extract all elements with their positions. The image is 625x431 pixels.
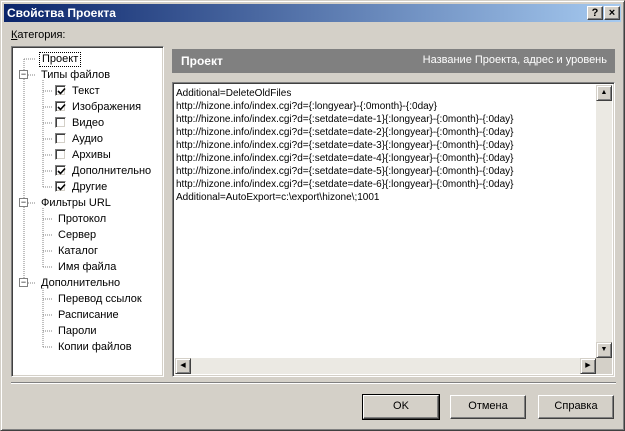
tree-node-label: Дополнительно (41, 277, 121, 289)
collapse-icon[interactable]: − (19, 70, 28, 79)
panel-header: Проект Название Проекта, адрес и уровень (172, 49, 615, 73)
help-title-button[interactable]: ? (587, 6, 603, 20)
title-bar[interactable]: Свойства Проекта ? × (4, 4, 621, 22)
close-button[interactable]: × (604, 6, 620, 20)
editor-line: http://hizone.info/index.cgi?d={:longyea… (176, 101, 438, 112)
tree-subnode[interactable]: Расписание (56, 307, 121, 323)
checkmark-icon (57, 103, 66, 111)
tree-subnode[interactable]: Текст (70, 83, 102, 99)
window-title: Свойства Проекта (7, 6, 116, 20)
tree-subnode[interactable]: Дополнительно (70, 163, 153, 179)
project-urls-editor[interactable]: Additional=DeleteOldFiles http://hizone.i… (172, 82, 615, 377)
tree-node[interactable]: Дополнительно (39, 275, 122, 291)
scroll-right-button[interactable]: ▶ (580, 358, 596, 374)
category-tree[interactable]: Проект − Типы файлов Текст Изображения Видео А… (11, 46, 164, 377)
cancel-button[interactable]: Отмена (450, 395, 526, 419)
tree-node[interactable]: Типы файлов (39, 67, 112, 83)
tree-subnode[interactable]: Видео (70, 115, 106, 131)
tree-node-label: Аудио (72, 133, 104, 145)
editor-line: http://hizone.info/index.cgi?d={:setdate… (176, 166, 514, 177)
tree-node-label: Протокол (58, 213, 107, 225)
tree-subnode[interactable]: Копии файлов (56, 339, 134, 355)
tree-subnode[interactable]: Изображения (70, 99, 143, 115)
tree-subnode[interactable]: Аудио (70, 131, 105, 147)
editor-line: http://hizone.info/index.cgi?d={:setdate… (176, 114, 514, 125)
tree-node-label: Другие (72, 181, 108, 193)
tree-node-label: Копии файлов (58, 341, 132, 353)
tree-node-label: Видео (72, 117, 105, 129)
panel-subtitle: Название Проекта, адрес и уровень (422, 54, 607, 66)
checkmark-icon (57, 87, 66, 95)
editor-line: Additional=AutoExport=c:\export\hizone\;… (176, 192, 380, 203)
unchecked-checkbox[interactable] (55, 133, 66, 144)
editor-line: http://hizone.info/index.cgi?d={:setdate… (176, 179, 514, 190)
project-urls-text[interactable]: Additional=DeleteOldFiles http://hizone.i… (176, 87, 594, 357)
checked-checkbox[interactable] (55, 85, 66, 96)
tree-node-label: Дополнительно (72, 165, 152, 177)
panel-title: Проект (181, 54, 223, 68)
checked-checkbox[interactable] (55, 181, 66, 192)
tree-subnode[interactable]: Имя файла (56, 259, 118, 275)
tree-node-label: Перевод ссылок (58, 293, 142, 305)
scroll-up-button[interactable]: ▲ (596, 85, 612, 101)
category-label-text: атегория: (17, 29, 66, 41)
tree-node[interactable]: Проект (39, 51, 82, 67)
tree-node-label: Сервер (58, 229, 97, 241)
tree-subnode[interactable]: Перевод ссылок (56, 291, 144, 307)
scroll-left-button[interactable]: ◀ (175, 358, 191, 374)
editor-line: http://hizone.info/index.cgi?d={:setdate… (176, 127, 514, 138)
horizontal-scrollbar[interactable]: ◀ ▶ (175, 358, 596, 374)
tree-node[interactable]: Фильтры URL (39, 195, 113, 211)
editor-line: http://hizone.info/index.cgi?d={:setdate… (176, 140, 514, 151)
editor-line: http://hizone.info/index.cgi?d={:setdate… (176, 153, 514, 164)
editor-line: Additional=DeleteOldFiles (176, 88, 292, 99)
tree-node-label: Расписание (58, 309, 119, 321)
tree-node-label: Пароли (58, 325, 97, 337)
project-properties-dialog: Свойства Проекта ? × Категория: Проект − Т… (0, 0, 625, 431)
tree-node-label: Текст (72, 85, 100, 97)
scrollbar-corner (596, 358, 612, 374)
tree-subnode[interactable]: Другие (70, 179, 109, 195)
collapse-icon[interactable]: − (19, 198, 28, 207)
tree-subnode[interactable]: Архивы (70, 147, 113, 163)
tree-node-label: Каталог (58, 245, 98, 257)
tree-subnode[interactable]: Протокол (56, 211, 108, 227)
tree-subnode[interactable]: Сервер (56, 227, 98, 243)
unchecked-checkbox[interactable] (55, 149, 66, 160)
tree-node-label: Типы файлов (41, 69, 111, 81)
checkmark-icon (57, 167, 66, 175)
unchecked-checkbox[interactable] (55, 117, 66, 128)
vertical-scrollbar[interactable]: ▲ ▼ (596, 85, 612, 358)
checked-checkbox[interactable] (55, 101, 66, 112)
tree-node-label: Проект (39, 52, 82, 67)
collapse-icon[interactable]: − (19, 278, 28, 287)
scroll-down-button[interactable]: ▼ (596, 342, 612, 358)
checked-checkbox[interactable] (55, 165, 66, 176)
tree-node-label: Имя файла (58, 261, 117, 273)
tree-subnode[interactable]: Пароли (56, 323, 99, 339)
ok-button[interactable]: OK (362, 394, 440, 420)
help-button[interactable]: Справка (538, 395, 614, 419)
bottom-separator (11, 382, 616, 384)
tree-subnode[interactable]: Каталог (56, 243, 100, 259)
category-label: Категория: (11, 29, 66, 41)
checkmark-icon (57, 183, 66, 191)
tree-node-label: Архивы (72, 149, 111, 161)
tree-node-label: Изображения (72, 101, 142, 113)
tree-node-label: Фильтры URL (41, 197, 111, 209)
